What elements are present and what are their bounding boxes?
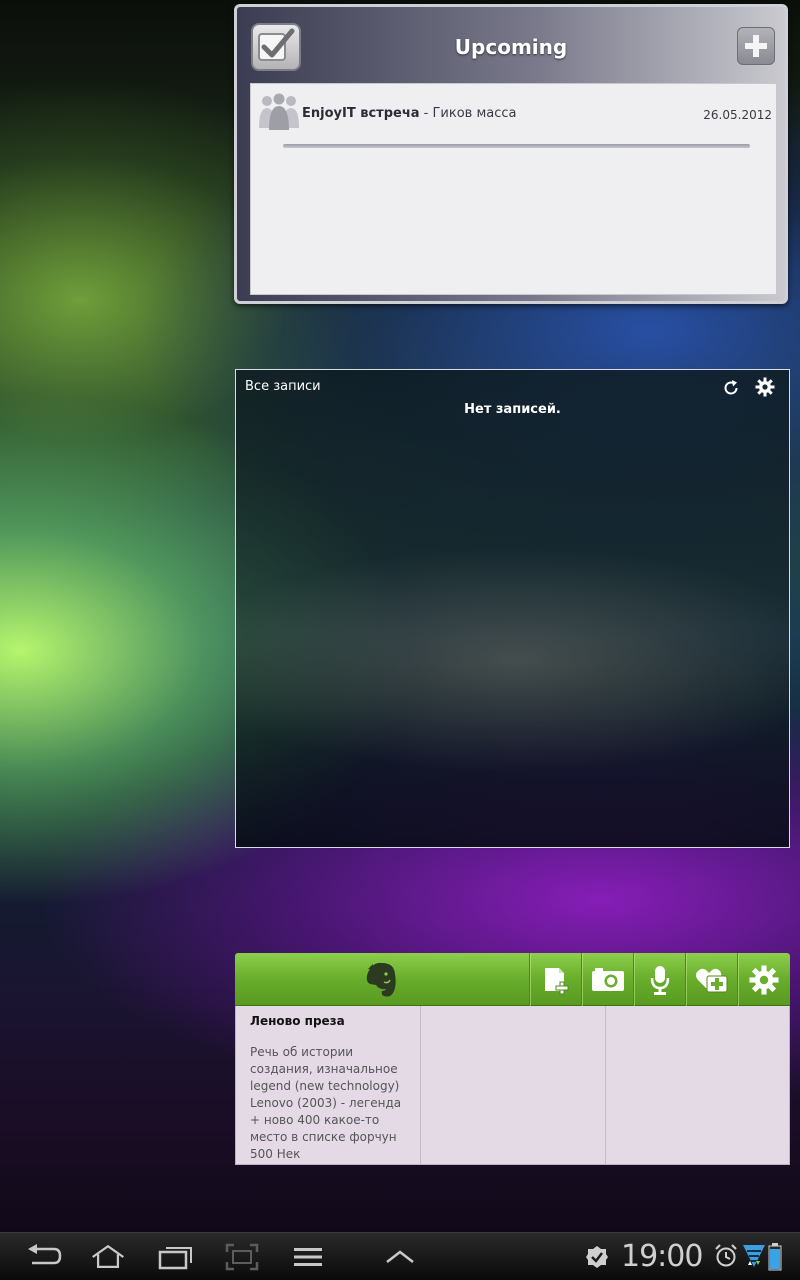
screenshot-button[interactable] [224, 1241, 260, 1273]
event-text: EnjoyIT встреча - Гиков масса [302, 106, 517, 121]
plus-icon [745, 35, 767, 57]
event-title: EnjoyIT встреча [302, 106, 420, 121]
event-progress-bar [283, 144, 750, 148]
evernote-logo-button[interactable] [235, 953, 529, 1006]
new-note-button[interactable] [529, 953, 581, 1006]
snapshot-button[interactable] [581, 953, 633, 1006]
app-tray-button[interactable] [382, 1241, 418, 1273]
refresh-icon[interactable] [721, 378, 741, 398]
back-icon [28, 1244, 62, 1265]
up-chevron-icon [386, 1250, 414, 1263]
notes-empty-message: Нет записей. [464, 402, 561, 417]
notes-widget: Все записи Нет записей. [235, 369, 790, 848]
note-card[interactable] [421, 1006, 606, 1165]
evernote-widget: Леново преза Речь об истории создания, и… [235, 953, 790, 1165]
snapshot-icon [591, 967, 624, 991]
recent-apps-button[interactable] [158, 1241, 194, 1273]
event-separator: - [419, 106, 433, 121]
status-clock[interactable]: 19:00 [621, 1239, 703, 1274]
evernote-elephant-icon [366, 962, 396, 997]
menu-icon [294, 1248, 322, 1266]
screenshot-icon [225, 1243, 259, 1271]
evernote-settings-button[interactable] [737, 953, 790, 1006]
upcoming-widget: Upcoming EnjoyIT встреча - Гиков масса 2… [234, 4, 788, 304]
add-contact-button[interactable] [685, 953, 737, 1006]
recent-apps-icon [158, 1247, 192, 1270]
note-snippet: Речь об истории создания, изначальное le… [250, 1045, 402, 1161]
group-people-icon [259, 93, 299, 130]
note-title: Леново преза [250, 1014, 345, 1028]
add-event-button[interactable] [737, 27, 775, 65]
new-note-icon [544, 967, 568, 994]
wifi-icon [743, 1245, 765, 1267]
note-card[interactable]: Леново преза Речь об истории создания, и… [236, 1006, 421, 1165]
gear-icon [749, 964, 779, 995]
event-date: 26.05.2012 [703, 108, 772, 122]
evernote-notes-list: Леново преза Речь об истории создания, и… [235, 1006, 790, 1165]
upcoming-title: Upcoming [454, 35, 568, 59]
system-navigation-bar: 19:00 [0, 1232, 800, 1280]
gear-icon[interactable] [755, 377, 775, 397]
upcoming-event-list: EnjoyIT встреча - Гиков масса 26.05.2012 [250, 83, 777, 295]
add-contact-icon [695, 968, 727, 992]
battery-icon [768, 1243, 782, 1271]
notes-heading[interactable]: Все записи [245, 379, 321, 394]
note-card[interactable] [606, 1006, 791, 1165]
notification-check-icon[interactable] [585, 1245, 609, 1269]
home-button[interactable] [90, 1241, 126, 1273]
audio-note-button[interactable] [633, 953, 685, 1006]
menu-button[interactable] [290, 1241, 326, 1273]
audio-note-icon [650, 965, 669, 995]
back-button[interactable] [26, 1241, 62, 1273]
evernote-toolbar [235, 953, 790, 1006]
alarm-icon [715, 1244, 737, 1267]
event-location: Гиков масса [432, 106, 517, 121]
list-item[interactable]: EnjoyIT встреча - Гиков масса 26.05.2012 [255, 90, 776, 148]
home-icon [92, 1244, 124, 1269]
